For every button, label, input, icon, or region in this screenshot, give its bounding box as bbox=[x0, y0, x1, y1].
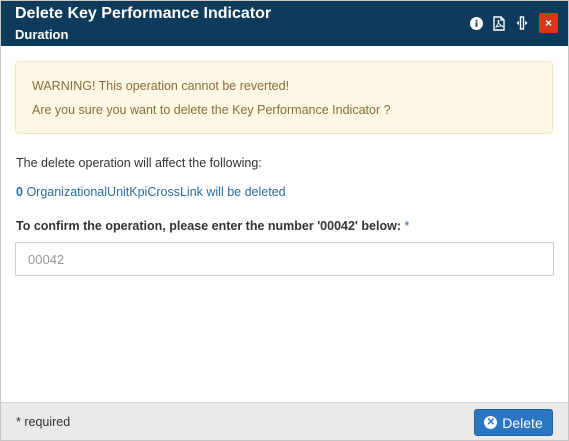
delete-kpi-dialog: Delete Key Performance Indicator Duratio… bbox=[0, 0, 569, 441]
warning-text: WARNING! This operation cannot be revert… bbox=[32, 79, 290, 93]
pdf-icon[interactable] bbox=[492, 15, 506, 31]
affected-count: 0 bbox=[16, 185, 23, 199]
affected-label: OrganizationalUnitKpiCrossLink will be d… bbox=[26, 185, 286, 199]
confirmation-question: Are you sure you want to delete the Key … bbox=[32, 103, 391, 117]
affect-description: The delete operation will affect the fol… bbox=[16, 156, 262, 170]
required-marker: * bbox=[404, 219, 410, 233]
dialog-header: Delete Key Performance Indicator Duratio… bbox=[1, 1, 568, 46]
delete-button-label: Delete bbox=[502, 414, 543, 431]
header-toolbar: × bbox=[460, 12, 558, 34]
times-circle-icon: ✕ bbox=[484, 416, 498, 429]
affected-item[interactable]: 0 OrganizationalUnitKpiCrossLink will be… bbox=[16, 185, 286, 199]
delete-button[interactable]: ✕ Delete bbox=[474, 409, 553, 436]
confirm-label-text: To confirm the operation, please enter t… bbox=[16, 219, 401, 233]
resize-icon[interactable] bbox=[515, 15, 529, 31]
dialog-title: Delete Key Performance Indicator bbox=[15, 5, 272, 22]
confirm-number-input[interactable] bbox=[15, 242, 554, 276]
close-button[interactable]: × bbox=[539, 13, 558, 33]
dialog-subtitle: Duration bbox=[15, 27, 69, 42]
confirm-label: To confirm the operation, please enter t… bbox=[16, 219, 409, 233]
info-icon[interactable] bbox=[469, 15, 483, 31]
close-icon: × bbox=[544, 16, 552, 30]
required-note: * required bbox=[16, 415, 71, 429]
dialog-footer: * required ✕ Delete bbox=[1, 402, 568, 440]
warning-alert: WARNING! This operation cannot be revert… bbox=[15, 61, 553, 134]
